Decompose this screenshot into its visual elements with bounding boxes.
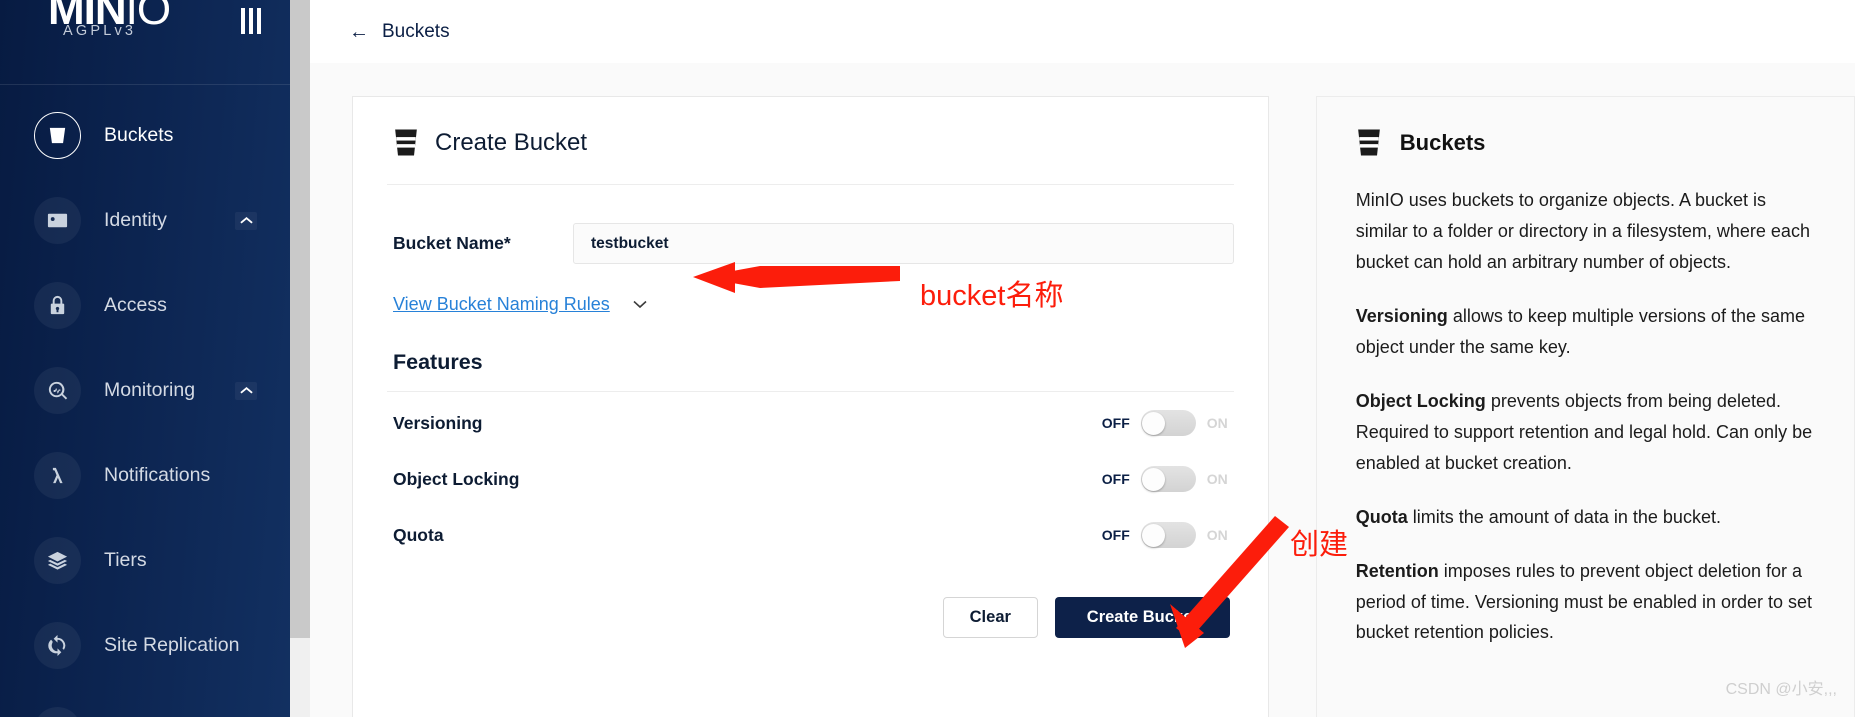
bucket-icon [1357, 129, 1380, 156]
sidebar-item-label: Tiers [104, 549, 147, 571]
sidebar-item-label: Site Replication [104, 634, 240, 656]
bucket-name-label: Bucket Name* [393, 233, 511, 253]
page-scrollbar-thumb[interactable] [290, 0, 310, 638]
toggle-knob [1142, 523, 1166, 547]
feature-row-object-locking: Object Locking OFF ON [387, 454, 1234, 504]
sidebar-item-monitoring[interactable]: Monitoring [0, 348, 290, 433]
toggle-knob [1142, 411, 1166, 435]
card-header: Create Bucket [387, 97, 1234, 185]
toggle-knob [1142, 467, 1166, 491]
main-content: ← Buckets Create Bucket Bucket Name* tes… [310, 0, 1855, 717]
lambda-icon [34, 452, 81, 499]
create-bucket-card: Create Bucket Bucket Name* testbucket Vi… [352, 96, 1269, 717]
object-locking-toggle-group: OFF ON [1102, 466, 1228, 492]
back-to-buckets-link[interactable]: ← Buckets [349, 21, 450, 43]
feature-label: Versioning [393, 412, 483, 433]
info-paragraph: Versioning allows to keep multiple versi… [1356, 301, 1816, 363]
panels-row: Create Bucket Bucket Name* testbucket Vi… [310, 63, 1855, 717]
clear-button[interactable]: Clear [942, 597, 1038, 638]
sidebar-item-label: Access [104, 294, 167, 316]
minio-console-window: MINIO AGPLv3 Buckets Identity Access Mon… [0, 0, 1855, 717]
quota-toggle-group: OFF ON [1102, 522, 1228, 548]
bucket-name-input[interactable]: testbucket [573, 223, 1234, 264]
top-bar: ← Buckets [310, 0, 1855, 63]
info-paragraph: Object Locking prevents objects from bei… [1356, 386, 1816, 479]
sidebar-item-access[interactable]: Access [0, 263, 290, 348]
identity-card-icon [34, 197, 81, 244]
sync-icon [34, 622, 81, 669]
toggle-on-label: ON [1206, 527, 1228, 543]
toggle-on-label: ON [1206, 415, 1228, 431]
bucket-name-field-row: Bucket Name* testbucket [387, 185, 1234, 264]
view-bucket-naming-rules-link[interactable]: View Bucket Naming Rules [393, 294, 610, 315]
sidebar: MINIO AGPLv3 Buckets Identity Access Mon… [0, 0, 290, 717]
features-divider [387, 391, 1234, 392]
info-paragraph-text: MinIO uses buckets to organize objects. … [1355, 190, 1810, 272]
breadcrumb-label: Buckets [382, 20, 450, 42]
features-heading: Features [393, 350, 483, 374]
page-scrollbar-track[interactable] [290, 0, 310, 717]
toggle-off-label: OFF [1101, 415, 1130, 431]
info-paragraph-term: Retention [1355, 560, 1439, 581]
arrow-left-icon: ← [349, 20, 369, 43]
sidebar-item-site-replication[interactable]: Site Replication [0, 603, 290, 688]
info-paragraph-text: limits the amount of data in the bucket. [1407, 506, 1721, 527]
info-paragraph: Retention imposes rules to prevent objec… [1356, 556, 1816, 649]
bucket-icon [395, 129, 417, 156]
menu-bars-icon[interactable] [241, 8, 261, 34]
gear-icon [34, 707, 81, 717]
bucket-icon [34, 112, 81, 159]
feature-label: Object Locking [393, 468, 520, 489]
info-paragraph: MinIO uses buckets to organize objects. … [1356, 185, 1816, 278]
form-actions: Clear Create Bucket [387, 560, 1234, 638]
sidebar-item-identity[interactable]: Identity [0, 178, 290, 263]
sidebar-item-label: Identity [104, 209, 167, 231]
feature-label: Quota [393, 524, 444, 545]
chevron-up-icon[interactable] [235, 211, 257, 230]
lock-icon [34, 282, 81, 329]
chevron-down-icon[interactable] [632, 296, 648, 314]
sidebar-item-buckets[interactable]: Buckets [0, 93, 290, 178]
info-paragraph-term: Quota [1355, 506, 1408, 527]
versioning-toggle-group: OFF ON [1102, 410, 1228, 436]
page-title: Create Bucket [435, 128, 588, 156]
object-locking-toggle[interactable] [1140, 466, 1196, 492]
sidebar-nav: Buckets Identity Access Monitoring Notif… [0, 85, 290, 717]
toggle-on-label: ON [1206, 471, 1228, 487]
buckets-info-panel: Buckets MinIO uses buckets to organize o… [1315, 96, 1855, 717]
create-bucket-button[interactable]: Create Bucket [1054, 597, 1230, 638]
sidebar-item-label: Monitoring [104, 379, 196, 401]
monitoring-icon [34, 367, 81, 414]
sidebar-item-label: Notifications [104, 464, 211, 486]
sidebar-item-configurations[interactable]: Configurations [0, 688, 290, 717]
sidebar-header: MINIO AGPLv3 [0, 0, 290, 84]
feature-row-versioning: Versioning OFF ON [387, 398, 1234, 448]
sidebar-item-label: Buckets [104, 124, 174, 146]
csdn-watermark: CSDN @小安,,, [1725, 681, 1837, 698]
sidebar-item-notifications[interactable]: Notifications [0, 433, 290, 518]
chevron-up-icon[interactable] [235, 381, 257, 400]
feature-row-quota: Quota OFF ON [387, 510, 1234, 560]
info-panel-header: Buckets [1356, 128, 1816, 157]
naming-rules-row: View Bucket Naming Rules [387, 264, 1234, 315]
layers-icon [34, 537, 81, 584]
toggle-off-label: OFF [1101, 527, 1130, 543]
info-paragraph-term: Versioning [1355, 305, 1448, 326]
versioning-toggle[interactable] [1140, 410, 1196, 436]
license-label: AGPLv3 [63, 23, 137, 39]
info-paragraph-term: Object Locking [1355, 390, 1486, 411]
toggle-off-label: OFF [1101, 471, 1130, 487]
content-area: Create Bucket Bucket Name* testbucket Vi… [310, 63, 1855, 717]
sidebar-item-tiers[interactable]: Tiers [0, 518, 290, 603]
quota-toggle[interactable] [1140, 522, 1196, 548]
info-paragraph: Quota limits the amount of data in the b… [1356, 502, 1816, 533]
info-panel-title: Buckets [1399, 129, 1486, 155]
